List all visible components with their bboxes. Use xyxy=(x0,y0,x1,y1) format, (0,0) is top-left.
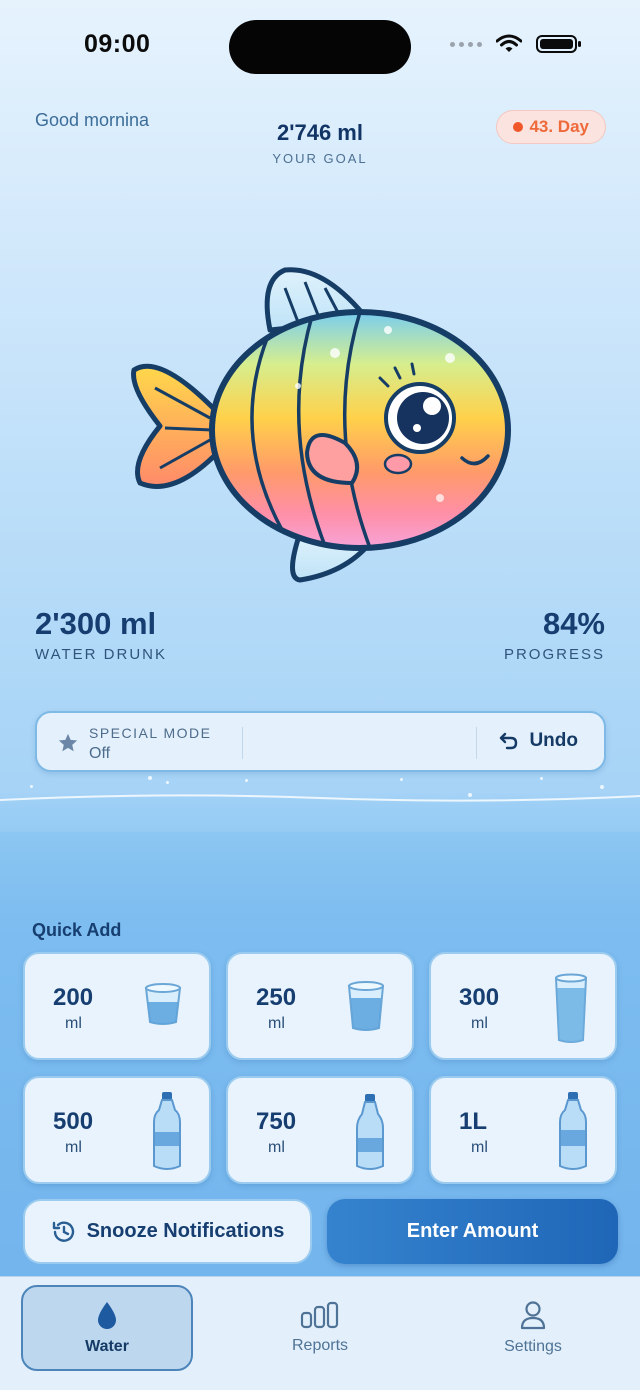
quick-add-unit: ml xyxy=(471,1015,488,1032)
quick-add-amount: 500 xyxy=(53,1108,94,1135)
goal-label: YOUR GOAL xyxy=(272,151,368,166)
divider xyxy=(242,727,243,759)
quick-add-unit: ml xyxy=(65,1015,82,1032)
snooze-label: Snooze Notifications xyxy=(86,1220,285,1242)
quick-add-amount: 300 xyxy=(459,984,500,1011)
enter-amount-button[interactable]: Enter Amount xyxy=(327,1199,618,1264)
bar-chart-icon xyxy=(300,1301,339,1329)
special-mode-bar: SPECIAL MODE Off Undo xyxy=(35,711,606,772)
battery-icon xyxy=(536,35,581,53)
tab-settings-label: Settings xyxy=(504,1338,562,1355)
tab-reports-label: Reports xyxy=(291,1337,349,1354)
bottle-icon xyxy=(153,1092,181,1170)
quick-add-title: Quick Add xyxy=(32,920,122,940)
quick-add-amount: 1L xyxy=(459,1108,488,1135)
bottle-icon xyxy=(356,1094,384,1170)
glass-icon xyxy=(347,981,385,1031)
tall-glass-icon xyxy=(554,973,588,1043)
quick-add-500-button[interactable]: 500 ml xyxy=(23,1076,211,1184)
quick-add-1l-button[interactable]: 1L ml xyxy=(429,1076,617,1184)
water-drop-icon xyxy=(98,1302,116,1329)
cellular-signal-icon xyxy=(450,41,482,47)
progress-label: PROGRESS xyxy=(503,646,605,663)
history-clock-icon xyxy=(52,1221,74,1242)
tab-water-label: Water xyxy=(85,1338,129,1355)
water-surface xyxy=(0,794,640,832)
quick-add-unit: ml xyxy=(471,1139,488,1156)
person-icon xyxy=(520,1301,546,1330)
snooze-notifications-button[interactable]: Snooze Notifications xyxy=(23,1199,312,1264)
quick-add-200-button[interactable]: 200 ml xyxy=(23,952,211,1060)
tab-reports[interactable]: Reports xyxy=(234,1285,406,1371)
water-drunk-value: 2'300 ml xyxy=(35,606,157,641)
quick-add-unit: ml xyxy=(65,1139,82,1156)
quick-add-300-button[interactable]: 300 ml xyxy=(429,952,617,1060)
tab-bar: Water Reports Settings xyxy=(0,1276,640,1390)
quick-add-750-button[interactable]: 750 ml xyxy=(226,1076,414,1184)
undo-label: Undo xyxy=(529,730,578,751)
quick-add-amount: 750 xyxy=(256,1108,297,1135)
water-drunk-label: WATER DRUNK xyxy=(35,646,167,663)
enter-amount-label: Enter Amount xyxy=(406,1220,539,1242)
status-time: 09:00 xyxy=(84,30,151,58)
wifi-icon xyxy=(496,34,522,52)
day-streak-badge[interactable]: 43. Day xyxy=(496,110,606,144)
divider xyxy=(476,727,477,759)
special-mode-value[interactable]: Off xyxy=(89,745,110,763)
badge-dot-icon xyxy=(513,122,524,132)
bottle-icon xyxy=(559,1092,587,1170)
glass-icon xyxy=(144,983,182,1025)
tab-water[interactable]: Water xyxy=(21,1285,193,1371)
progress-value: 84% xyxy=(542,606,605,641)
quick-add-amount: 250 xyxy=(256,984,297,1011)
star-icon xyxy=(58,733,78,752)
quick-add-amount: 200 xyxy=(53,984,94,1011)
tab-settings[interactable]: Settings xyxy=(447,1285,619,1371)
day-streak-label: 43. Day xyxy=(529,117,589,136)
quick-add-unit: ml xyxy=(268,1139,285,1156)
quick-add-unit: ml xyxy=(268,1015,285,1032)
dynamic-island xyxy=(229,20,411,74)
fish-mascot[interactable] xyxy=(120,258,520,588)
quick-add-250-button[interactable]: 250 ml xyxy=(226,952,414,1060)
status-icons xyxy=(450,34,582,54)
undo-icon xyxy=(500,732,518,750)
special-mode-label: SPECIAL MODE xyxy=(89,725,212,741)
undo-button[interactable]: Undo xyxy=(499,730,578,752)
